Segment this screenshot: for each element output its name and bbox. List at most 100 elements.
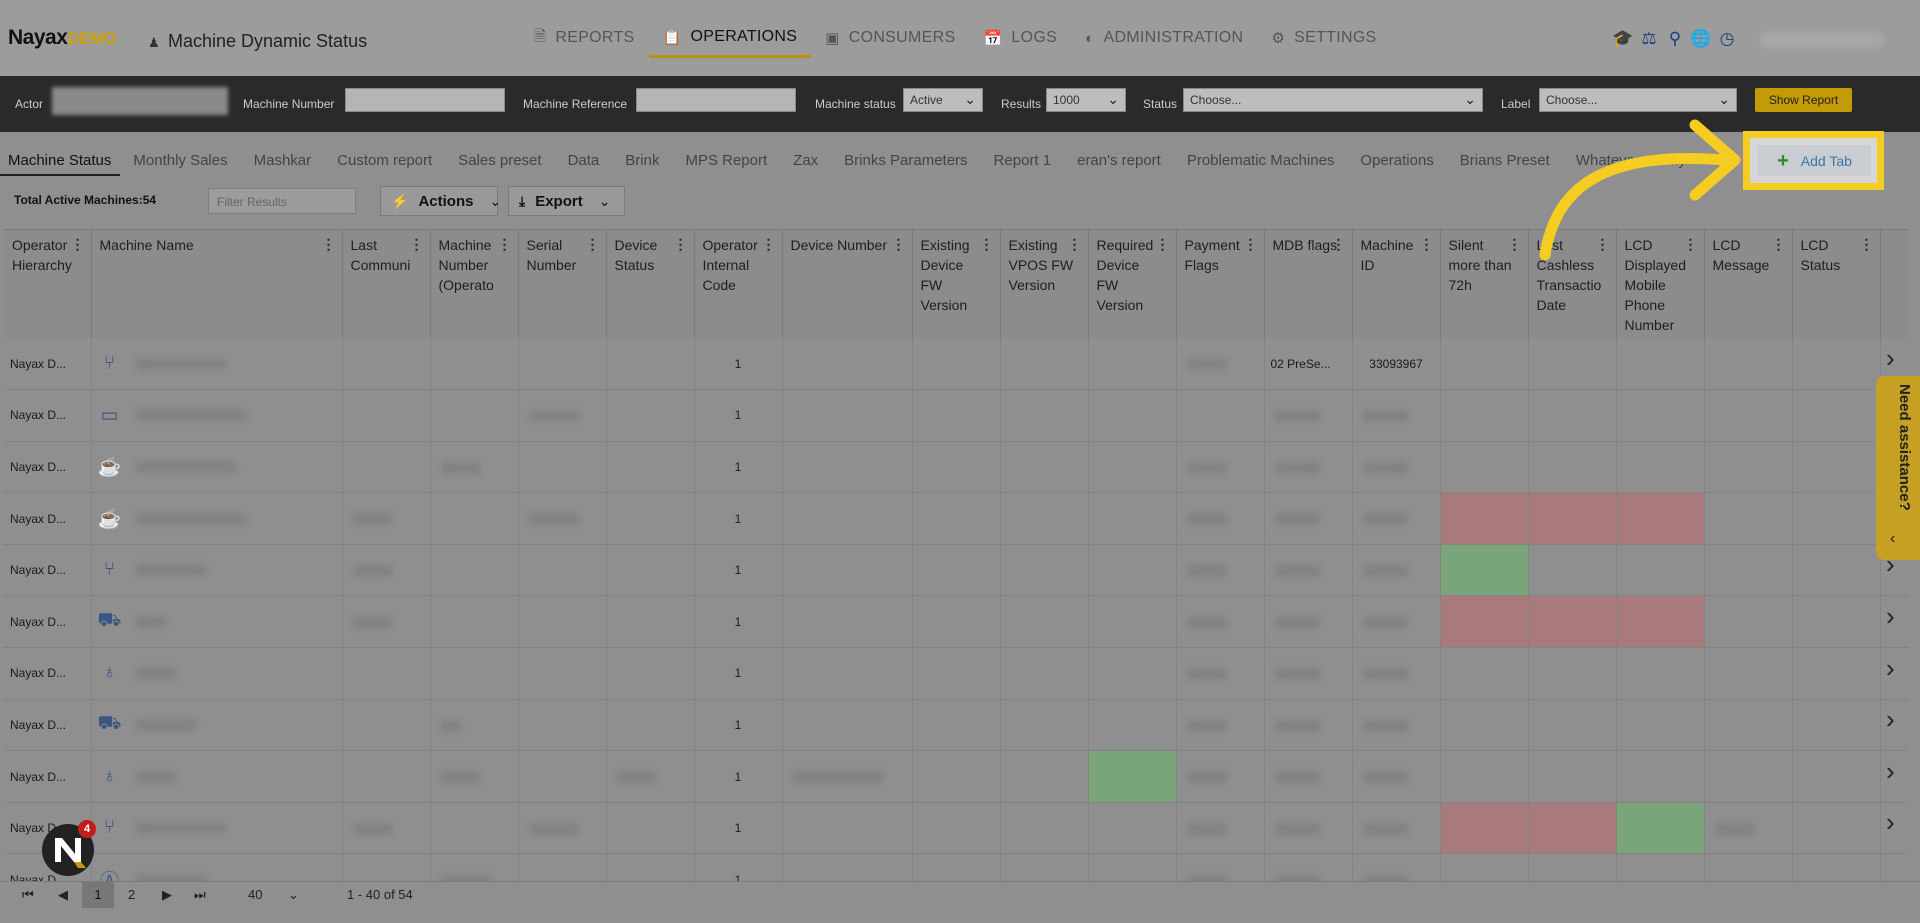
export-button[interactable]: ⤓ Export ⌄	[508, 186, 625, 216]
table-row[interactable]: Nayax D...Ⓐ1	[4, 853, 1908, 881]
first-page-icon[interactable]: ⏮	[22, 887, 34, 903]
row-expand-chevron-icon[interactable]: ›	[1886, 704, 1895, 735]
table-row[interactable]: Nayax D... ♁ 1	[4, 750, 1908, 803]
column-header-mdb-flags[interactable]: MDB flags ⋮	[1264, 230, 1353, 338]
table-row[interactable]: Nayax D... ☕ 1	[4, 492, 1908, 545]
status-select[interactable]: Choose... ⌄	[1183, 88, 1483, 112]
table-cell: ⑂	[91, 338, 343, 391]
row-expand-chevron-icon[interactable]: ›	[1886, 807, 1895, 838]
chevron-down-icon[interactable]: ⌄	[288, 887, 299, 903]
column-menu-icon[interactable]: ⋮	[586, 234, 600, 254]
row-expand-chevron-icon[interactable]: ›	[1886, 601, 1895, 632]
nav-logs[interactable]: 📅 LOGS	[969, 18, 1071, 58]
column-menu-icon[interactable]: ⋮	[498, 234, 512, 254]
label-select[interactable]: Choose... ⌄	[1539, 88, 1737, 112]
tab-custom-report[interactable]: Custom report	[324, 146, 445, 176]
page-2-button[interactable]: 2	[128, 887, 135, 902]
column-menu-icon[interactable]: ⋮	[892, 234, 906, 254]
machine-status-select[interactable]: Active ⌄	[903, 88, 983, 112]
column-header-device-number[interactable]: Device Number ⋮	[782, 230, 913, 338]
column-menu-icon[interactable]: ⋮	[1332, 234, 1346, 254]
column-header-last-communication[interactable]: Last Communi ⋮	[342, 230, 431, 338]
column-header-machine-id[interactable]: Machine ID ⋮	[1352, 230, 1441, 338]
column-menu-icon[interactable]: ⋮	[762, 234, 776, 254]
tab-zax[interactable]: Zax	[780, 146, 831, 176]
actions-button[interactable]: ⚡ Actions ⌄	[380, 186, 501, 216]
column-menu-icon[interactable]: ⋮	[1156, 234, 1170, 254]
nav-reports[interactable]: 🗎 REPORTS	[520, 18, 649, 58]
column-header-payment-flags[interactable]: Payment Flags ⋮	[1176, 230, 1265, 338]
clock-icon[interactable]: ◷	[1716, 28, 1738, 50]
nav-operations[interactable]: 📋 OPERATIONS	[648, 18, 812, 58]
results-select[interactable]: 1000 ⌄	[1046, 88, 1126, 112]
row-expand-chevron-icon[interactable]: ›	[1886, 756, 1895, 787]
show-report-button[interactable]: Show Report	[1755, 88, 1852, 112]
column-menu-icon[interactable]: ⋮	[410, 234, 424, 254]
tab-erans-report[interactable]: eran's report	[1064, 146, 1174, 176]
column-header-machine-name[interactable]: Machine Name ⋮	[91, 230, 343, 338]
table-row[interactable]: Nayax D... ⑂ 1	[4, 802, 1908, 855]
filter-results-input[interactable]: Filter Results	[208, 188, 356, 214]
row-expand-chevron-icon[interactable]: ›	[1886, 653, 1895, 684]
table-row[interactable]: Nayax D... ⑂ 1	[4, 544, 1908, 597]
column-menu-icon[interactable]: ⋮	[1860, 234, 1874, 254]
search-icon[interactable]: ⚲	[1664, 28, 1686, 50]
nayax-logo[interactable]: NayaxDEMO	[8, 26, 117, 50]
table-row[interactable]: Nayax D... ⛟ 1	[4, 699, 1908, 752]
nav-consumers[interactable]: ▣ CONSUMERS	[811, 18, 969, 58]
tab-data[interactable]: Data	[555, 146, 613, 176]
nav-administration[interactable]: ◐ ADMINISTRATION	[1071, 18, 1257, 58]
machine-number-input[interactable]	[345, 88, 505, 112]
globe-icon[interactable]: 🌐	[1690, 28, 1712, 50]
column-header-existing-device-fw[interactable]: Existing Device FW Version ⋮	[912, 230, 1001, 338]
column-header-lcd-status[interactable]: LCD Status ⋮	[1792, 230, 1881, 338]
column-menu-icon[interactable]: ⋮	[322, 234, 336, 254]
table-row[interactable]: Nayax D... ⛟ 1	[4, 595, 1908, 649]
next-page-icon[interactable]: ▶	[162, 887, 172, 903]
tab-problematic-machines[interactable]: Problematic Machines	[1174, 146, 1348, 176]
machine-reference-input[interactable]	[636, 88, 796, 112]
column-menu-icon[interactable]: ⋮	[1420, 234, 1434, 254]
table-row[interactable]: Nayax D... ⑂ 1 02 PreSe... 33093967	[4, 338, 1908, 391]
column-menu-icon[interactable]: ⋮	[1772, 234, 1786, 254]
column-menu-icon[interactable]: ⋮	[1244, 234, 1258, 254]
table-cell	[1528, 544, 1617, 597]
flask-icon[interactable]: ⚖	[1638, 28, 1660, 50]
tab-operations[interactable]: Operations	[1347, 146, 1446, 176]
graduation-cap-icon[interactable]: 🎓	[1612, 28, 1634, 50]
table-row[interactable]: Nayax D... ☕ 1	[4, 441, 1908, 494]
chevron-left-icon[interactable]: ‹	[1890, 530, 1895, 548]
table-row[interactable]: Nayax D... ▭ 1	[4, 389, 1908, 442]
column-header-required-device-fw[interactable]: Required Device FW Version ⋮	[1088, 230, 1177, 338]
column-header-existing-vpos-fw[interactable]: Existing VPOS FW Version ⋮	[1000, 230, 1089, 338]
tab-monthly-sales[interactable]: Monthly Sales	[120, 146, 240, 176]
column-header-device-status[interactable]: Device Status ⋮	[606, 230, 695, 338]
tab-brinks-parameters[interactable]: Brinks Parameters	[831, 146, 980, 176]
table-cell	[782, 338, 913, 391]
column-menu-icon[interactable]: ⋮	[980, 234, 994, 254]
last-page-icon[interactable]: ⏭	[194, 887, 206, 903]
column-header-operator-internal-code[interactable]: Operator Internal Code ⋮	[694, 230, 783, 338]
column-menu-icon[interactable]: ⋮	[71, 234, 85, 254]
column-header-serial-number[interactable]: Serial Number ⋮	[518, 230, 607, 338]
add-tab-button[interactable]: + Add Tab	[1758, 145, 1871, 176]
nav-settings[interactable]: ⚙ SETTINGS	[1257, 18, 1390, 58]
user-menu[interactable]	[1760, 32, 1885, 48]
status-label: Status	[1143, 97, 1178, 111]
tab-brink[interactable]: Brink	[612, 146, 672, 176]
column-header-operator-hierarchy[interactable]: Operator Hierarchy ⋮	[4, 230, 92, 338]
per-page-select[interactable]: 40	[248, 887, 262, 902]
tab-machine-status[interactable]: Machine Status	[0, 146, 121, 176]
prev-page-icon[interactable]: ◀	[58, 887, 68, 903]
tab-mps-report[interactable]: MPS Report	[672, 146, 780, 176]
row-expand-chevron-icon[interactable]: ›	[1886, 343, 1895, 374]
page-1-button[interactable]: 1	[82, 882, 114, 908]
tab-mashkar[interactable]: Mashkar	[241, 146, 325, 176]
actor-field[interactable]	[52, 87, 228, 115]
table-row[interactable]: Nayax D... ♁ 1	[4, 647, 1908, 700]
tab-report-1[interactable]: Report 1	[981, 146, 1065, 176]
column-header-machine-number[interactable]: Machine Number (Operato ⋮	[430, 230, 519, 338]
tab-sales-preset[interactable]: Sales preset	[445, 146, 554, 176]
column-menu-icon[interactable]: ⋮	[1068, 234, 1082, 254]
column-menu-icon[interactable]: ⋮	[674, 234, 688, 254]
